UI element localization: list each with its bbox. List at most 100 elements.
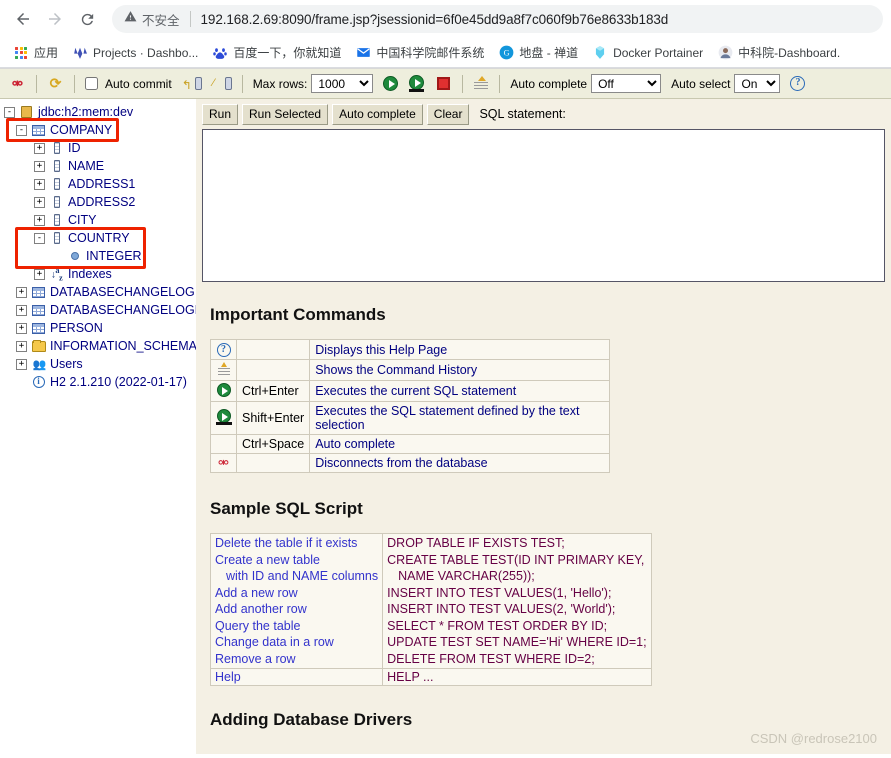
command-history-button[interactable] [468,71,494,97]
tree-item-country[interactable]: -COUNTRY [2,229,196,247]
auto-commit-checkbox[interactable] [85,77,98,90]
column-icon [49,159,64,173]
tree-item-integer[interactable]: INTEGER [2,247,196,265]
column-icon [49,231,64,245]
history-icon[interactable] [211,360,237,381]
table-row: HelpHELP ... [211,669,652,686]
tree-item-address2[interactable]: + ADDRESS2 [2,193,196,211]
bookmark-label: Projects · Dashbo... [93,46,198,60]
run-toolbar-button[interactable] [378,71,403,97]
column-icon [49,141,64,155]
tree-item-id[interactable]: +ID [2,139,196,157]
tree-item-information-schema[interactable]: + INFORMATION_SCHEMA [2,337,196,355]
command-description: Auto complete [310,435,610,454]
browser-chrome: 不安全 192.168.2.69:8090/frame.jsp?jsession… [0,0,891,69]
bookmark-docker-portainer[interactable]: Docker Portainer [585,42,710,64]
zentao-icon: G [498,45,514,61]
collapse-toggle-icon[interactable]: - [4,107,15,118]
bookmark-zentao[interactable]: G 地盘 - 禅道 [491,41,585,64]
warning-triangle-icon [124,10,137,28]
security-label: 不安全 [142,10,180,29]
script-help-description: Help [211,669,383,686]
expand-toggle-icon[interactable]: + [34,143,45,154]
table-row: ⚮Disconnects from the database [211,454,610,473]
tree-item-name[interactable]: + NAME [2,157,196,175]
expand-toggle-icon[interactable]: + [16,341,27,352]
script-sql-line: NAME VARCHAR(255)); [387,568,646,585]
max-rows-select[interactable]: 102050100100010000 [311,74,373,93]
sample-sql-script-heading: Sample SQL Script [210,499,891,519]
tree-item-h2-2-1-210-2022-01-17[interactable]: iH2 2.1.210 (2022-01-17) [2,373,196,391]
auto-commit-toggle[interactable]: Auto commit [80,71,177,97]
back-icon[interactable] [8,4,38,34]
run-selected-toolbar-button[interactable] [403,71,430,97]
toggle-spacer [52,251,63,262]
expand-toggle-icon[interactable]: + [34,269,45,280]
run-icon[interactable] [211,381,237,402]
expand-toggle-icon[interactable]: + [34,179,45,190]
database-tree-sidebar[interactable]: -jdbc:h2:mem:dev-COMPANY+ID+NAME+ADDRESS… [0,99,196,754]
h2-console-content: RunRun SelectedAuto completeClearSQL sta… [196,99,891,754]
expand-toggle-icon[interactable]: + [34,197,45,208]
tree-item-label: Indexes [68,266,112,282]
tree-item-jdbc-h2-mem-dev[interactable]: -jdbc:h2:mem:dev [2,103,196,121]
tree-item-indexes[interactable]: +↓azIndexes [2,265,196,283]
tree-item-databasechangeloglock[interactable]: +DATABASECHANGELOGLOCK [2,301,196,319]
tree-item-users[interactable]: +👥Users [2,355,196,373]
tree-item-label: INFORMATION_SCHEMA [50,338,196,354]
expand-toggle-icon[interactable]: + [16,287,27,298]
bookmark-cas-dashboard[interactable]: 中科院-Dashboard. [710,41,847,64]
tree-item-label: NAME [68,158,104,174]
sql-input[interactable] [202,129,885,282]
expand-toggle-icon[interactable]: + [34,161,45,172]
refresh-button[interactable]: ⟳ [42,71,69,97]
expand-toggle-icon[interactable]: + [16,359,27,370]
history-icon [473,76,489,92]
run-selected-button[interactable]: Run Selected [242,104,328,125]
disconnect-button[interactable]: ⚮ [4,71,31,97]
security-chip[interactable]: 不安全 [124,10,180,29]
tree-item-city[interactable]: + CITY [2,211,196,229]
tree-item-databasechangelog[interactable]: +DATABASECHANGELOG [2,283,196,301]
disconnect-icon[interactable]: ⚮ [211,454,237,473]
auto-complete-button[interactable]: Auto complete [332,104,423,125]
help-button[interactable]: ? [785,71,810,97]
expand-toggle-icon[interactable]: + [16,305,27,316]
url-text: 192.168.2.69:8090/frame.jsp?jsessionid=6… [201,12,669,27]
column-icon [49,195,64,209]
expand-toggle-icon[interactable]: + [34,215,45,226]
tree-item-person[interactable]: +PERSON [2,319,196,337]
bookmark-apps[interactable]: 应用 [6,41,65,64]
auto-select-group: Auto select OnOff [666,71,785,97]
run-selected-icon[interactable] [211,402,237,435]
tree-item-company[interactable]: -COMPANY [2,121,196,139]
bookmark-projects-dashboard[interactable]: Projects · Dashbo... [65,42,205,64]
auto-complete-select[interactable]: OffNormalFull [591,74,661,93]
bookmark-cas-mail[interactable]: 中国科学院邮件系统 [348,41,491,64]
forward-icon[interactable] [40,4,70,34]
bookmark-label: 中科院-Dashboard. [738,44,840,61]
refresh-icon: ⟳ [47,75,64,92]
commit-button[interactable]: ⁄ [207,71,237,97]
clear-button[interactable]: Clear [427,104,470,125]
tree-item-label: CITY [68,212,96,228]
bookmark-baidu[interactable]: 百度一下，你就知道 [205,41,348,64]
tree-item-label: ADDRESS2 [68,194,135,210]
auto-select-select[interactable]: OnOff [734,74,780,93]
bookmark-label: 应用 [34,44,58,61]
run-button[interactable]: Run [202,104,238,125]
help-icon[interactable]: ? [211,340,237,360]
tree-item-address1[interactable]: +ADDRESS1 [2,175,196,193]
column-icon [49,213,64,227]
script-description-line: Create a new table [215,552,378,569]
reload-icon[interactable] [72,4,102,34]
stop-button[interactable] [430,71,457,97]
collapse-toggle-icon[interactable]: - [16,125,27,136]
command-description: Shows the Command History [310,360,610,381]
rollback-button[interactable]: ↰ [177,71,207,97]
collapse-toggle-icon[interactable]: - [34,233,45,244]
script-sql-line: INSERT INTO TEST VALUES(1, 'Hello'); [387,585,646,602]
expand-toggle-icon[interactable]: + [16,323,27,334]
run-icon [383,76,398,91]
address-bar[interactable]: 不安全 192.168.2.69:8090/frame.jsp?jsession… [112,5,883,33]
